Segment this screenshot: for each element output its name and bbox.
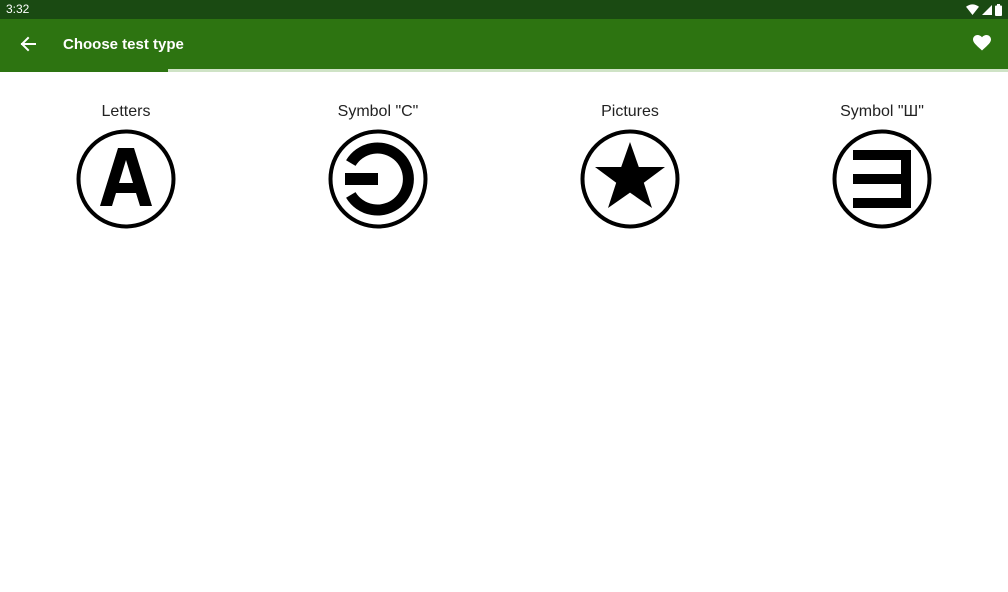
heart-icon	[973, 35, 991, 51]
back-button[interactable]	[10, 26, 46, 62]
favorite-button[interactable]	[966, 27, 998, 59]
wifi-icon	[966, 4, 979, 15]
test-type-letters[interactable]: Letters	[0, 100, 252, 230]
signal-icon	[982, 4, 992, 15]
test-type-symbol-sha[interactable]: Symbol "Ш"	[756, 100, 1008, 230]
choice-label: Pictures	[601, 103, 659, 120]
arrow-left-icon	[20, 36, 36, 52]
test-type-list: Letters Symbol "C" Pictures Symbol "Ш"	[0, 100, 1008, 230]
progress-bar	[0, 69, 1008, 72]
status-time: 3:32	[6, 2, 30, 16]
status-icons	[966, 3, 1002, 16]
app-bar: Choose test type	[0, 19, 1008, 69]
letter-a-icon	[75, 128, 177, 230]
tumbling-e-icon	[831, 128, 933, 230]
progress-bar-fill	[0, 69, 169, 72]
test-type-symbol-c[interactable]: Symbol "C"	[252, 100, 504, 230]
page-title: Choose test type	[63, 36, 184, 53]
choice-label: Symbol "C"	[337, 103, 419, 120]
landolt-c-icon	[327, 128, 429, 230]
battery-icon	[995, 3, 1002, 16]
test-type-pictures[interactable]: Pictures	[504, 100, 756, 230]
choice-label: Letters	[101, 103, 151, 120]
choice-label: Symbol "Ш"	[840, 103, 924, 120]
star-icon	[579, 128, 681, 230]
status-bar: 3:32	[0, 0, 1008, 19]
